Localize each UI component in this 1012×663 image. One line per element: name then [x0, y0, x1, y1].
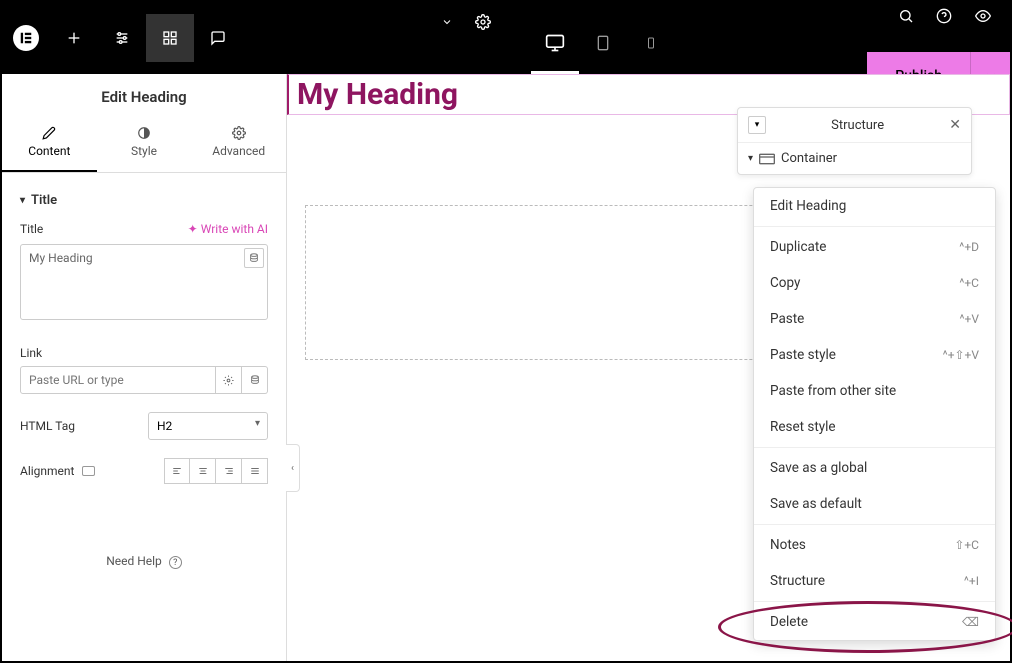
cm-copy[interactable]: Copy^+C: [754, 265, 995, 301]
cm-edit-heading[interactable]: Edit Heading: [754, 188, 995, 224]
notes-button[interactable]: [194, 14, 242, 62]
contrast-icon: [137, 126, 151, 140]
cm-notes[interactable]: Notes⇧+C: [754, 527, 995, 563]
tab-content[interactable]: Content: [2, 116, 97, 172]
title-label: Title: [20, 222, 43, 236]
need-help-link[interactable]: Need Help ?: [20, 554, 268, 569]
link-input[interactable]: [20, 366, 216, 394]
tab-style[interactable]: Style: [97, 116, 192, 172]
page-settings-icon[interactable]: [475, 14, 491, 30]
structure-panel-title: Structure: [766, 118, 949, 133]
site-settings-button[interactable]: [98, 14, 146, 62]
align-center-button[interactable]: [190, 458, 216, 484]
structure-button[interactable]: [146, 14, 194, 62]
dynamic-tags-button[interactable]: [244, 248, 264, 268]
link-label: Link: [20, 346, 268, 360]
container-icon: [759, 153, 775, 165]
cm-save-global[interactable]: Save as a global: [754, 450, 995, 486]
preview-icon[interactable]: [974, 8, 992, 24]
link-dynamic-button[interactable]: [242, 366, 268, 394]
help-icon: ?: [169, 556, 182, 569]
structure-item-container[interactable]: ▾ Container: [748, 151, 961, 166]
database-icon: [250, 375, 260, 385]
cm-paste[interactable]: Paste^+V: [754, 301, 995, 337]
context-menu: Edit Heading Duplicate^+D Copy^+C Paste^…: [753, 187, 996, 641]
elementor-logo[interactable]: [13, 25, 39, 51]
cm-save-default[interactable]: Save as default: [754, 486, 995, 522]
cm-paste-style[interactable]: Paste style^+⇧+V: [754, 337, 995, 373]
structure-collapse-button[interactable]: ▾: [748, 116, 766, 134]
finder-search-icon[interactable]: [898, 8, 914, 24]
align-justify-button[interactable]: [242, 458, 268, 484]
add-widget-button[interactable]: [50, 14, 98, 62]
section-title-toggle[interactable]: ▾ Title: [20, 187, 268, 222]
cm-structure[interactable]: Structure^+I: [754, 563, 995, 599]
alignment-group: [164, 458, 268, 484]
structure-panel: ▾ Structure ✕ ▾ Container: [737, 107, 972, 175]
top-bar: Sample Home Pa... Publish: [2, 2, 1010, 74]
pencil-icon: [42, 126, 56, 140]
structure-close-button[interactable]: ✕: [949, 117, 961, 133]
help-icon[interactable]: [936, 8, 952, 24]
sidebar-title: Edit Heading: [2, 74, 286, 116]
write-with-ai-link[interactable]: ✦ Write with AI: [188, 222, 268, 236]
cm-duplicate[interactable]: Duplicate^+D: [754, 229, 995, 265]
link-options-button[interactable]: [216, 366, 242, 394]
html-tag-label: HTML Tag: [20, 419, 75, 433]
align-left-button[interactable]: [164, 458, 190, 484]
device-mobile-button[interactable]: [627, 14, 675, 74]
html-tag-select[interactable]: H2: [148, 412, 268, 440]
align-right-button[interactable]: [216, 458, 242, 484]
caret-down-icon: ▾: [748, 153, 753, 164]
device-desktop-button[interactable]: [531, 14, 579, 74]
editor-sidebar: Edit Heading Content Style Advanced ▾ Ti…: [2, 74, 287, 661]
caret-down-icon: ▾: [20, 195, 25, 206]
tab-advanced[interactable]: Advanced: [191, 116, 286, 172]
title-input[interactable]: My Heading: [20, 244, 268, 320]
alignment-label: Alignment: [20, 464, 74, 478]
cm-paste-other[interactable]: Paste from other site: [754, 373, 995, 409]
gear-icon: [232, 126, 246, 140]
cm-delete[interactable]: Delete⌫: [754, 604, 995, 640]
cm-reset-style[interactable]: Reset style: [754, 409, 995, 445]
page-title: Sample Home Pa...: [312, 14, 431, 30]
responsive-icon[interactable]: [82, 466, 95, 476]
device-tablet-button[interactable]: [579, 14, 627, 74]
database-icon: [249, 253, 259, 263]
sidebar-collapse-handle[interactable]: ‹: [286, 444, 300, 492]
sidebar-tabs: Content Style Advanced: [2, 116, 286, 173]
chevron-down-icon: [441, 16, 453, 28]
gear-icon: [223, 375, 234, 386]
page-selector[interactable]: Sample Home Pa...: [292, 14, 511, 30]
